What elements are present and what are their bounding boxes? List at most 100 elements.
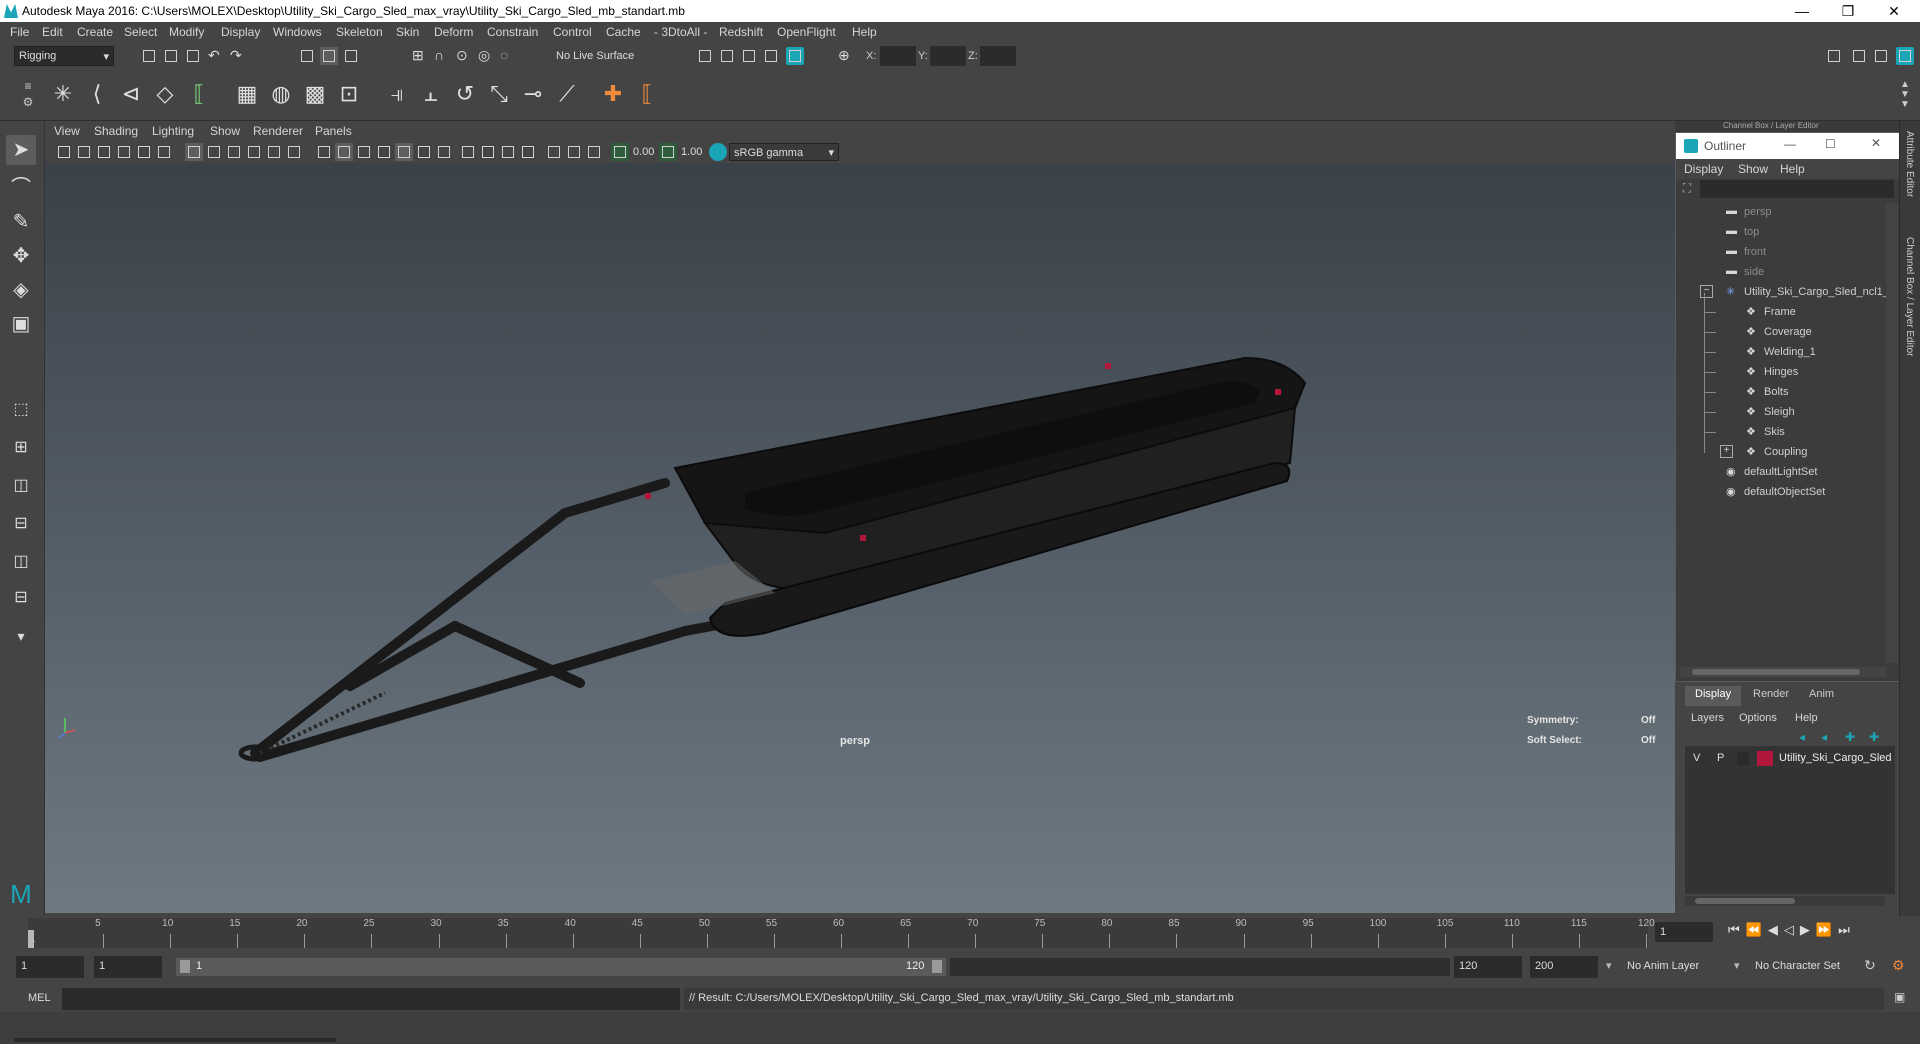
film-gate-icon[interactable] bbox=[205, 143, 223, 161]
layer-visibility-toggle[interactable]: V bbox=[1693, 752, 1700, 764]
animation-start-field[interactable]: 1 bbox=[16, 956, 84, 978]
scale-tool-icon[interactable]: ▣ bbox=[6, 309, 36, 339]
outliner-menu-show[interactable]: Show bbox=[1738, 162, 1768, 176]
camera-lock-icon[interactable] bbox=[75, 143, 93, 161]
outliner-horizontal-scrollbar[interactable] bbox=[1680, 667, 1886, 677]
menu-cache[interactable]: Cache bbox=[606, 25, 641, 39]
persp-outliner-layout-icon[interactable]: ◫ bbox=[6, 471, 36, 501]
view-transform-dropdown[interactable]: sRGB gamma ▾ bbox=[729, 143, 839, 161]
lasso-tool-icon[interactable]: ⌒ bbox=[6, 173, 36, 203]
ambient-occlusion-icon[interactable] bbox=[435, 143, 453, 161]
hypershade-icon[interactable] bbox=[786, 47, 804, 65]
playback-end-field[interactable]: 120 bbox=[1454, 956, 1522, 978]
menu-openflight[interactable]: OpenFlight bbox=[777, 25, 836, 39]
menu-modify[interactable]: Modify bbox=[169, 25, 204, 39]
menu-constrain[interactable]: Constrain bbox=[487, 25, 538, 39]
snap-grid-icon[interactable]: ⊞ bbox=[412, 47, 430, 65]
wireframe-icon[interactable] bbox=[315, 143, 333, 161]
range-start-handle[interactable] bbox=[180, 960, 190, 973]
viewport-menu-lighting[interactable]: Lighting bbox=[152, 124, 194, 138]
new-layer-selected-icon[interactable]: ✚ bbox=[1869, 730, 1879, 744]
outliner-maximize-button[interactable]: ☐ bbox=[1825, 137, 1836, 151]
anim-layer-dropdown[interactable]: No Anim Layer bbox=[1622, 956, 1736, 978]
shadows-icon[interactable] bbox=[415, 143, 433, 161]
playback-start-field[interactable]: 1 bbox=[94, 956, 162, 978]
outliner-item[interactable]: ❖ Hinges bbox=[1676, 363, 1881, 383]
viewport-menu-view[interactable]: View bbox=[54, 124, 80, 138]
outliner-menu-help[interactable]: Help bbox=[1780, 162, 1805, 176]
depth-of-field-icon[interactable] bbox=[499, 143, 517, 161]
collapse-toolbox-icon[interactable]: ▾ bbox=[6, 621, 36, 651]
outliner-menu-display[interactable]: Display bbox=[1684, 162, 1723, 176]
time-ruler[interactable]: 1 5 10 15 20 25 30 35 40 45 50 55 60 65 70 75 80 85 90 95 1… bbox=[28, 918, 1655, 948]
xray-joints-icon[interactable] bbox=[585, 143, 603, 161]
script-editor-icon[interactable]: ▣ bbox=[1894, 990, 1905, 1004]
smooth-shade-icon[interactable] bbox=[335, 143, 353, 161]
xray-icon[interactable] bbox=[545, 143, 563, 161]
auto-key-icon[interactable]: ↻ bbox=[1864, 957, 1876, 974]
go-to-end-icon[interactable]: ⏭ bbox=[1838, 922, 1856, 937]
preferences-icon[interactable]: ⚙ bbox=[1892, 957, 1905, 974]
modeling-toolkit-icon[interactable] bbox=[1825, 47, 1843, 65]
side-tab-attribute-editor[interactable]: Attribute Editor bbox=[1904, 131, 1915, 197]
restore-button[interactable]: ❐ bbox=[1826, 0, 1870, 22]
persp-uv-layout-icon[interactable]: ⊟ bbox=[6, 583, 36, 613]
channel-box-toggle-icon[interactable] bbox=[1896, 47, 1914, 65]
bind-skin-icon[interactable]: ▦ bbox=[232, 78, 262, 110]
step-back-key-icon[interactable]: ⏪ bbox=[1746, 922, 1768, 937]
current-frame-field[interactable]: 1 bbox=[1655, 922, 1713, 942]
range-end-handle[interactable] bbox=[932, 960, 942, 973]
z-coord-field[interactable] bbox=[980, 46, 1016, 66]
range-bar[interactable]: 1 120 bbox=[176, 958, 946, 976]
anti-aliasing-icon[interactable] bbox=[479, 143, 497, 161]
tab-display[interactable]: Display bbox=[1685, 686, 1742, 706]
select-hierarchy-icon[interactable] bbox=[298, 47, 316, 65]
layer-horizontal-scrollbar[interactable] bbox=[1685, 896, 1885, 906]
step-back-frame-icon[interactable]: ◀ bbox=[1768, 922, 1784, 937]
outliner-minimize-button[interactable]: — bbox=[1784, 137, 1796, 151]
select-component-icon[interactable] bbox=[342, 47, 360, 65]
minimize-button[interactable]: — bbox=[1780, 0, 1824, 22]
aim-constraint-icon[interactable]: ⊸ bbox=[518, 78, 548, 110]
gamma-value[interactable]: 1.00 bbox=[681, 146, 702, 158]
pole-vector-icon[interactable]: ⟋ bbox=[552, 78, 582, 110]
character-set-dropdown[interactable]: No Character Set bbox=[1750, 956, 1862, 978]
close-button[interactable]: ✕ bbox=[1872, 0, 1916, 22]
orient-constraint-icon[interactable]: ↺ bbox=[450, 78, 480, 110]
tab-anim[interactable]: Anim bbox=[1799, 686, 1844, 706]
rotate-tool-icon[interactable]: ◈ bbox=[6, 275, 36, 305]
single-perspective-layout-icon[interactable]: ⬚ bbox=[6, 395, 36, 425]
resolution-gate-icon[interactable] bbox=[225, 143, 243, 161]
x-coord-field[interactable] bbox=[880, 46, 916, 66]
xray-active-icon[interactable] bbox=[565, 143, 583, 161]
ipr-render-icon[interactable] bbox=[740, 47, 758, 65]
exposure-value[interactable]: 0.00 bbox=[633, 146, 654, 158]
menu-3dtoall[interactable]: - 3DtoAll - bbox=[654, 25, 707, 39]
layer-display-type[interactable] bbox=[1737, 752, 1749, 765]
layer-menu-layers[interactable]: Layers bbox=[1691, 712, 1724, 724]
layer-menu-help[interactable]: Help bbox=[1795, 712, 1818, 724]
animation-end-field[interactable]: 200 bbox=[1530, 956, 1598, 978]
gamma-icon[interactable] bbox=[659, 143, 677, 161]
layer-menu-options[interactable]: Options bbox=[1739, 712, 1777, 724]
outliner-item[interactable]: ❖ Frame bbox=[1676, 303, 1881, 323]
expand-icon[interactable]: + bbox=[1720, 445, 1733, 458]
open-scene-icon[interactable] bbox=[162, 47, 180, 65]
scale-constraint-icon[interactable]: ⤡ bbox=[484, 78, 514, 110]
grease-pencil-icon[interactable] bbox=[155, 143, 173, 161]
menu-redshift[interactable]: Redshift bbox=[719, 25, 763, 39]
menu-control[interactable]: Control bbox=[553, 25, 592, 39]
menu-select[interactable]: Select bbox=[124, 25, 157, 39]
outliner-search-input[interactable] bbox=[1700, 180, 1894, 198]
outliner-item[interactable]: ❖ Bolts bbox=[1676, 383, 1881, 403]
outliner-item[interactable]: ▬ front bbox=[1676, 243, 1881, 263]
image-plane-icon[interactable] bbox=[115, 143, 133, 161]
outliner-close-button[interactable]: ✕ bbox=[1871, 136, 1881, 150]
hypershade-layout-icon[interactable]: ◫ bbox=[6, 547, 36, 577]
side-tab-channel-box[interactable]: Channel Box / Layer Editor bbox=[1904, 237, 1915, 357]
motion-blur-icon[interactable] bbox=[459, 143, 477, 161]
persp-graph-layout-icon[interactable]: ⊟ bbox=[6, 509, 36, 539]
menu-set-dropdown[interactable]: Rigging ▾ bbox=[14, 46, 114, 66]
outliner-item[interactable]: + ❖ Coupling bbox=[1676, 443, 1881, 463]
outliner-item[interactable]: ▬ top bbox=[1676, 223, 1881, 243]
